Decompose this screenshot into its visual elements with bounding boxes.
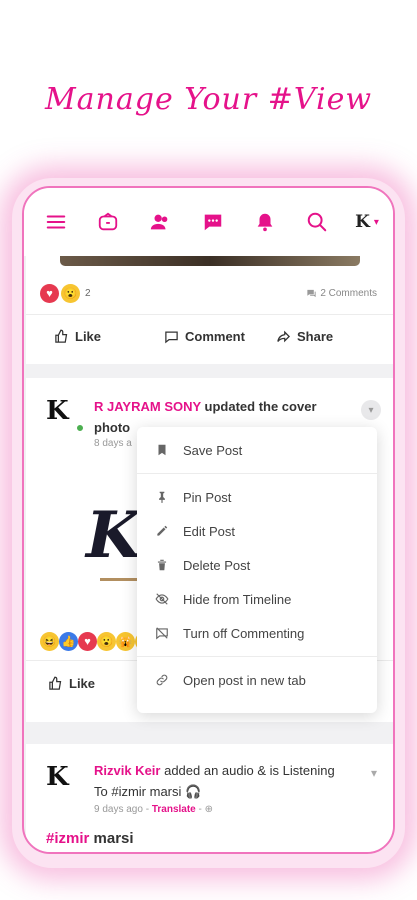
comment-off-icon	[156, 627, 168, 640]
author-avatar[interactable]: K	[46, 396, 78, 432]
menu-divider	[137, 473, 377, 474]
post-options-menu: Save Post Pin Post Edit Post Delete Post…	[137, 427, 377, 713]
wow-reaction-icon: 😮	[97, 632, 116, 651]
share-label: Share	[297, 328, 334, 344]
wow-reaction-icon: 😮	[61, 284, 80, 303]
author-name[interactable]: Rizvik Keir	[94, 763, 160, 778]
menu-item-pin-post[interactable]: Pin Post	[137, 480, 377, 514]
pin-icon	[159, 491, 165, 503]
post-timestamp: 8 days a	[94, 438, 132, 449]
meta-separator: -	[142, 804, 152, 815]
post-image[interactable]	[60, 256, 360, 266]
profile-avatar[interactable]: K ▾	[355, 212, 379, 232]
menu-item-save-post[interactable]: Save Post	[137, 433, 377, 467]
post-meta: 9 days ago - Translate - ⊕	[94, 804, 213, 815]
menu-item-delete-post[interactable]: Delete Post	[137, 548, 377, 582]
love-reaction-icon: ♥	[40, 284, 59, 303]
trash-icon	[157, 559, 167, 571]
menu-item-turn-off-commenting[interactable]: Turn off Commenting	[137, 616, 377, 650]
like-label: Like	[69, 676, 96, 691]
share-button[interactable]: Share	[276, 329, 333, 344]
menu-item-edit-post[interactable]: Edit Post	[137, 514, 377, 548]
online-status-dot	[76, 424, 84, 432]
comment-icon	[165, 331, 178, 343]
eye-off-icon	[155, 593, 169, 605]
menu-item-label: Open post in new tab	[183, 672, 306, 688]
menu-item-label: Turn off Commenting	[183, 625, 305, 641]
phone-screen: K ▾ ♥ 😮 2 2 Comments Like Comment Share …	[22, 186, 395, 854]
post-timestamp: 9 days ago	[94, 804, 143, 815]
menu-item-label: Pin Post	[183, 489, 232, 505]
translate-link[interactable]: Translate	[152, 804, 196, 815]
share-icon	[277, 330, 291, 342]
chevron-down-icon[interactable]: ▾	[371, 766, 377, 780]
post-text: #izmir marsi	[46, 830, 134, 847]
like-reaction-icon: 👍	[59, 632, 78, 651]
author-avatar[interactable]: K	[46, 762, 78, 798]
comment-label: Comment	[185, 328, 245, 344]
menu-item-hide-from-timeline[interactable]: Hide from Timeline	[137, 582, 377, 616]
post-card: K Rizvik Keir added an audio & is Listen…	[26, 744, 393, 852]
reaction-summary[interactable]: ♥ 😮 2	[40, 284, 91, 303]
menu-item-label: Hide from Timeline	[183, 591, 292, 607]
bookmark-icon	[158, 444, 166, 456]
like-button[interactable]: Like	[54, 329, 101, 344]
menu-icon[interactable]	[42, 208, 70, 236]
like-label: Like	[75, 328, 102, 344]
profile-initial: K	[355, 212, 370, 232]
comments-icon	[307, 289, 316, 298]
link-icon	[156, 674, 168, 686]
pencil-icon	[157, 525, 168, 536]
comments-count-link[interactable]: 2 Comments	[306, 288, 377, 299]
messages-icon[interactable]	[199, 208, 227, 236]
love-reaction-icon: ♥	[78, 632, 97, 651]
menu-item-label: Save Post	[183, 442, 243, 458]
bell-icon[interactable]	[251, 208, 279, 236]
post-options-button[interactable]: ▾	[361, 400, 381, 420]
search-icon[interactable]	[303, 208, 331, 236]
hashtag-link[interactable]: #izmir	[46, 830, 89, 847]
chevron-down-icon: ▾	[373, 216, 379, 228]
menu-divider	[137, 656, 377, 657]
thumbs-up-icon	[55, 329, 68, 343]
menu-item-label: Edit Post	[183, 523, 236, 539]
menu-item-label: Delete Post	[183, 557, 251, 573]
haha-reaction-icon: 😆	[40, 632, 59, 651]
author-name[interactable]: R JAYRAM SONY	[94, 399, 201, 414]
top-navigation: K ▾	[24, 188, 393, 256]
friends-icon[interactable]	[146, 208, 174, 236]
menu-item-open-new-tab[interactable]: Open post in new tab	[137, 663, 377, 697]
comment-button[interactable]: Comment	[164, 329, 245, 344]
chevron-down-icon: ▾	[368, 404, 374, 416]
like-button[interactable]: Like	[48, 676, 95, 691]
thumbs-up-icon	[49, 676, 62, 690]
comments-count: 2 Comments	[320, 288, 377, 299]
post-text-rest: marsi	[89, 830, 134, 847]
post-headline: Rizvik Keir added an audio & is Listenin…	[94, 760, 349, 802]
wallet-icon[interactable]	[94, 208, 122, 236]
divider	[26, 314, 393, 315]
cat-reaction-icon: 🙀	[116, 632, 135, 651]
page-headline: Manage Your #View	[44, 82, 373, 117]
globe-icon: - ⊕	[195, 804, 214, 815]
post-card: ♥ 😮 2 2 Comments Like Comment Share	[26, 256, 393, 364]
reaction-count: 2	[85, 288, 91, 299]
